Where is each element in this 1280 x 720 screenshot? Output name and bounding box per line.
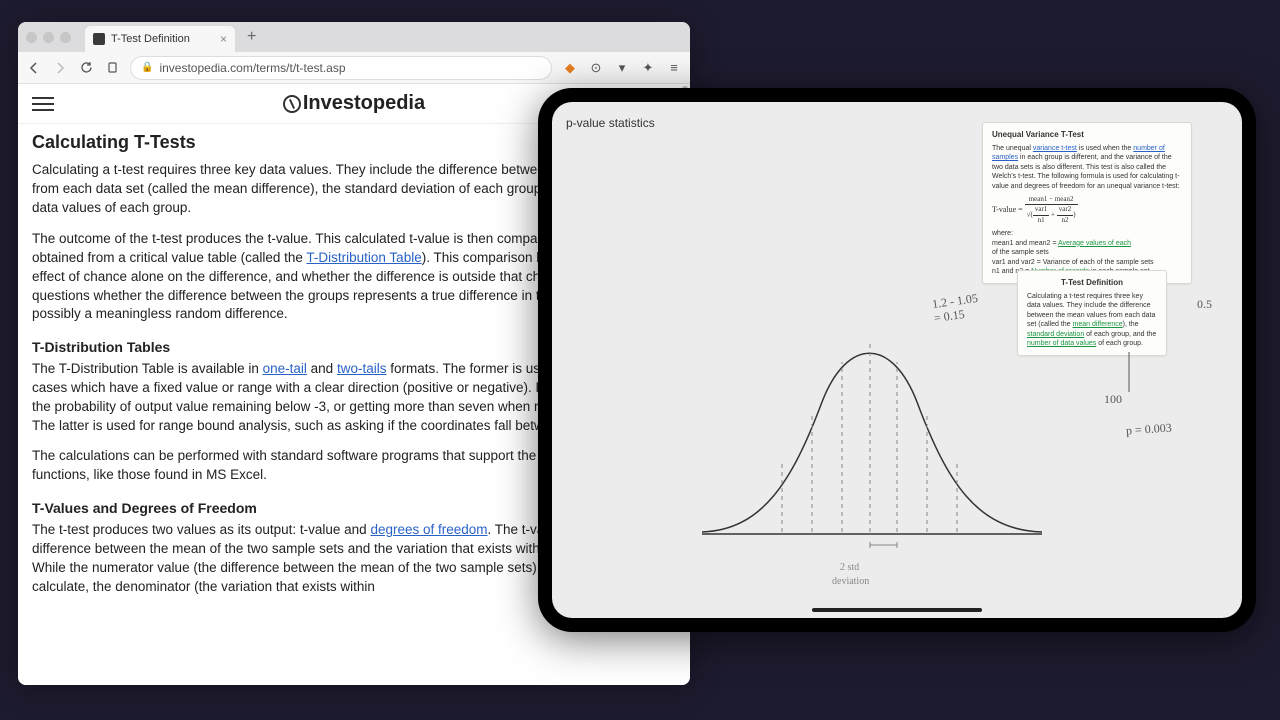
tablet-screen[interactable]: p-value statistics Unequal Variance T-Te… [552,102,1242,618]
annotation-std1: 2 std [840,562,859,573]
tab-bar: T-Test Definition × + [18,22,690,52]
link-two-tails[interactable]: two-tails [337,361,387,376]
menu-icon[interactable]: ≡ [666,60,682,76]
tablet-device: p-value statistics Unequal Variance T-Te… [538,88,1256,632]
formula-line: var1 and var2 = Variance of each of the … [992,258,1182,267]
note-title: p-value statistics [566,116,655,130]
minimize-window-icon[interactable] [43,32,54,43]
link-t-distribution-table[interactable]: T-Distribution Table [306,250,421,265]
site-logo[interactable]: Investopedia [283,92,425,115]
logo-mark-icon [283,95,301,113]
where-label: where: [992,229,1182,238]
bell-curve-sketch [682,302,1062,552]
card-title: T-Test Definition [1027,278,1157,289]
favicon-icon [93,33,105,45]
lock-icon: 🔒 [141,62,153,73]
home-indicator[interactable] [812,608,982,612]
browser-tab[interactable]: T-Test Definition × [85,26,235,52]
home-button[interactable] [104,60,120,76]
formula: T-value = mean1 − mean2√(var1n1 + var2n2… [992,195,1182,225]
formula-line: of the sample sets [992,248,1182,257]
reload-button[interactable] [78,60,94,76]
shield-icon[interactable]: ◆ [562,60,578,76]
note-card-unequal-variance[interactable]: Unequal Variance T-Test The unequal vari… [982,122,1192,284]
tab-title: T-Test Definition [111,33,190,45]
back-button[interactable] [26,60,42,76]
extensions-icon[interactable]: ✦ [640,60,656,76]
reader-icon[interactable]: ⊙ [588,60,604,76]
annotation-pvalue: p = 0.003 [1126,420,1173,438]
site-menu-button[interactable] [32,97,54,111]
link-one-tail[interactable]: one-tail [263,361,307,376]
maximize-window-icon[interactable] [60,32,71,43]
new-tab-button[interactable]: + [241,28,262,46]
forward-button[interactable] [52,60,68,76]
annotation-std2: deviation [832,576,869,587]
close-tab-icon[interactable]: × [220,32,227,46]
link-degrees-of-freedom[interactable]: degrees of freedom [370,522,487,537]
logo-text: Investopedia [303,92,425,115]
browser-toolbar: 🔒 investopedia.com/terms/t/t-test.asp ◆ … [18,52,690,84]
formula-line: mean1 and mean2 = Average values of each [992,239,1182,248]
card-text: The unequal variance t-test is used when… [992,144,1182,191]
address-bar[interactable]: 🔒 investopedia.com/terms/t/t-test.asp [130,56,552,80]
window-traffic-lights[interactable] [26,32,71,43]
close-window-icon[interactable] [26,32,37,43]
extension-icons: ◆ ⊙ ▾ ✦ ≡ [562,60,682,76]
arrow-sketch [1119,352,1139,396]
card-title: Unequal Variance T-Test [992,130,1182,141]
annotation-right: 0.5 [1197,297,1212,312]
pocket-icon[interactable]: ▾ [614,60,630,76]
url-text: investopedia.com/terms/t/t-test.asp [159,61,345,75]
